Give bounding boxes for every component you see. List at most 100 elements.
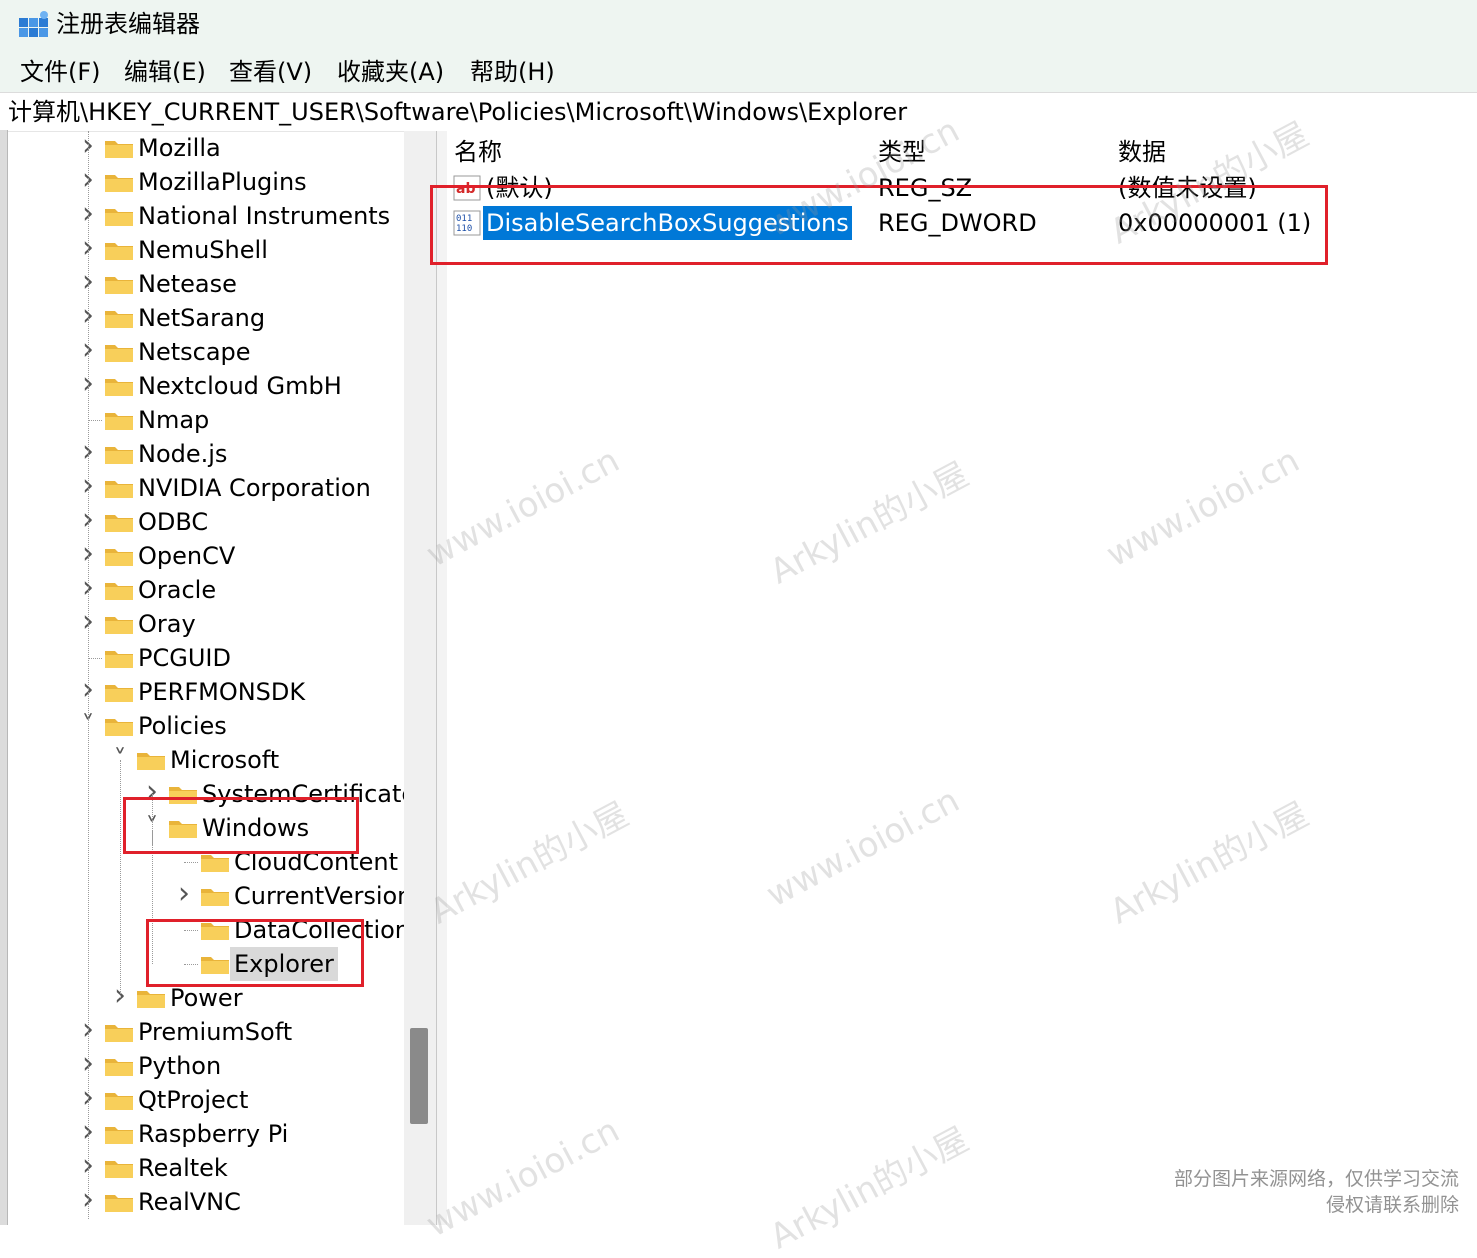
folder-icon <box>104 307 134 329</box>
folder-icon <box>104 477 134 499</box>
regedit-icon <box>19 11 48 37</box>
tree-guide-line <box>120 760 121 998</box>
column-header-type[interactable]: 类型 <box>878 135 926 169</box>
tree-node[interactable]: › QtProject <box>8 1083 404 1117</box>
tree-node[interactable]: › Oracle <box>8 573 404 607</box>
folder-icon <box>104 137 134 159</box>
tree-node[interactable]: › NemuShell <box>8 233 404 267</box>
tree-node[interactable]: › Netscape <box>8 335 404 369</box>
tree-node-label[interactable]: Oray <box>134 607 200 641</box>
tree-node-label[interactable]: Node.js <box>134 437 231 471</box>
folder-icon <box>104 171 134 193</box>
folder-icon <box>200 851 230 873</box>
folder-icon <box>136 987 166 1009</box>
menu-help[interactable]: 帮助(H) <box>470 56 555 88</box>
tree-node[interactable]: › CurrentVersion <box>8 879 404 913</box>
folder-icon <box>104 1191 134 1213</box>
values-list[interactable]: 名称 类型 数据 ab (默认) REG_SZ (数值未设置) 011 110 … <box>447 131 1477 1225</box>
tree-node-label[interactable]: PCGUID <box>134 641 235 675</box>
tree-node[interactable]: ˅ Microsoft <box>8 743 404 777</box>
tree-node[interactable]: › Raspberry Pi <box>8 1117 404 1151</box>
tree-node-label[interactable]: Netease <box>134 267 241 301</box>
tree-node[interactable]: › NVIDIA Corporation <box>8 471 404 505</box>
folder-icon <box>136 749 166 771</box>
tree-node-label[interactable]: Mozilla <box>134 131 225 165</box>
tree-scrollbar-thumb[interactable] <box>410 1028 428 1124</box>
tree-node[interactable]: › Node.js <box>8 437 404 471</box>
tree-node-label[interactable]: NVIDIA Corporation <box>134 471 375 505</box>
tree-guide-line <box>88 420 102 421</box>
folder-icon <box>104 579 134 601</box>
folder-icon <box>104 375 134 397</box>
tree-node-label[interactable]: NemuShell <box>134 233 272 267</box>
folder-icon <box>104 1021 134 1043</box>
column-header-data[interactable]: 数据 <box>1118 135 1166 169</box>
tree-node[interactable]: › Nextcloud GmbH <box>8 369 404 403</box>
tree-guide-line <box>88 658 102 659</box>
tree-node-label[interactable]: ODBC <box>134 505 212 539</box>
tree-node[interactable]: › RealVNC <box>8 1185 404 1219</box>
tree-node[interactable]: › Netease <box>8 267 404 301</box>
chevron-right-icon[interactable]: › <box>174 879 194 913</box>
menu-edit[interactable]: 编辑(E) <box>124 56 206 88</box>
tree-node-label[interactable]: NetSarang <box>134 301 269 335</box>
tree-node[interactable]: › Realtek <box>8 1151 404 1185</box>
window-title: 注册表编辑器 <box>56 10 200 38</box>
column-header-name[interactable]: 名称 <box>454 135 502 169</box>
tree-node[interactable]: › Oray <box>8 607 404 641</box>
folder-icon <box>200 885 230 907</box>
tree-node-label[interactable]: Raspberry Pi <box>134 1117 292 1151</box>
tree-node[interactable]: ˅ Policies <box>8 709 404 743</box>
tree-node[interactable]: › OpenCV <box>8 539 404 573</box>
tree-node[interactable]: Nmap <box>8 403 404 437</box>
tree-node[interactable]: › Mozilla <box>8 131 404 165</box>
tree-node-label[interactable]: OpenCV <box>134 539 239 573</box>
tree-node-label[interactable]: National Instruments <box>134 199 394 233</box>
tree-node[interactable]: › PERFMONSDK <box>8 675 404 709</box>
address-path[interactable]: 计算机\HKEY_CURRENT_USER\Software\Policies\… <box>8 95 907 129</box>
tree-node-label[interactable]: PERFMONSDK <box>134 675 309 709</box>
highlight-windows-box <box>123 797 359 854</box>
folder-icon <box>104 443 134 465</box>
folder-icon <box>104 1089 134 1111</box>
copyright-notice-line1: 部分图片来源网络，仅供学习交流 <box>1173 1168 1459 1190</box>
tree-node-label[interactable]: Realtek <box>134 1151 232 1185</box>
tree-guide-line <box>88 131 89 1219</box>
tree-node-label[interactable]: Netscape <box>134 335 255 369</box>
menu-file[interactable]: 文件(F) <box>20 56 101 88</box>
menu-favorites[interactable]: 收藏夹(A) <box>337 56 444 88</box>
title-bar: 注册表编辑器 <box>0 0 1477 50</box>
tree-node-label[interactable]: Python <box>134 1049 225 1083</box>
tree-node-label[interactable]: QtProject <box>134 1083 252 1117</box>
tree-node[interactable]: › PremiumSoft <box>8 1015 404 1049</box>
tree-node[interactable]: › NetSarang <box>8 301 404 335</box>
folder-icon <box>104 341 134 363</box>
folder-icon <box>104 1157 134 1179</box>
highlight-explorer-box <box>146 919 364 987</box>
tree-guide-line <box>184 862 198 863</box>
folder-icon <box>104 647 134 669</box>
tree-node-label[interactable]: Microsoft <box>166 743 283 777</box>
tree-node-label[interactable]: PremiumSoft <box>134 1015 296 1049</box>
tree-node[interactable]: › ODBC <box>8 505 404 539</box>
tree-node-label[interactable]: MozillaPlugins <box>134 165 311 199</box>
tree-node[interactable]: › MozillaPlugins <box>8 165 404 199</box>
folder-icon <box>104 1055 134 1077</box>
folder-icon <box>104 613 134 635</box>
tree-node[interactable]: › Python <box>8 1049 404 1083</box>
folder-icon <box>104 545 134 567</box>
tree-node-label[interactable]: Policies <box>134 709 231 743</box>
tree-node-label[interactable]: Nextcloud GmbH <box>134 369 346 403</box>
key-tree[interactable]: › Mozilla › MozillaPlugins › National Instrum… <box>8 131 404 1225</box>
tree-node-label[interactable]: Nmap <box>134 403 213 437</box>
tree-node[interactable]: › National Instruments <box>8 199 404 233</box>
folder-icon <box>104 409 134 431</box>
folder-icon <box>104 715 134 737</box>
folder-icon <box>104 239 134 261</box>
address-bar[interactable]: 计算机\HKEY_CURRENT_USER\Software\Policies\… <box>0 92 1477 132</box>
tree-node-label[interactable]: RealVNC <box>134 1185 245 1219</box>
tree-node-label[interactable]: CurrentVersion <box>230 879 404 913</box>
menu-view[interactable]: 查看(V) <box>229 56 312 88</box>
tree-node[interactable]: PCGUID <box>8 641 404 675</box>
tree-node-label[interactable]: Oracle <box>134 573 220 607</box>
